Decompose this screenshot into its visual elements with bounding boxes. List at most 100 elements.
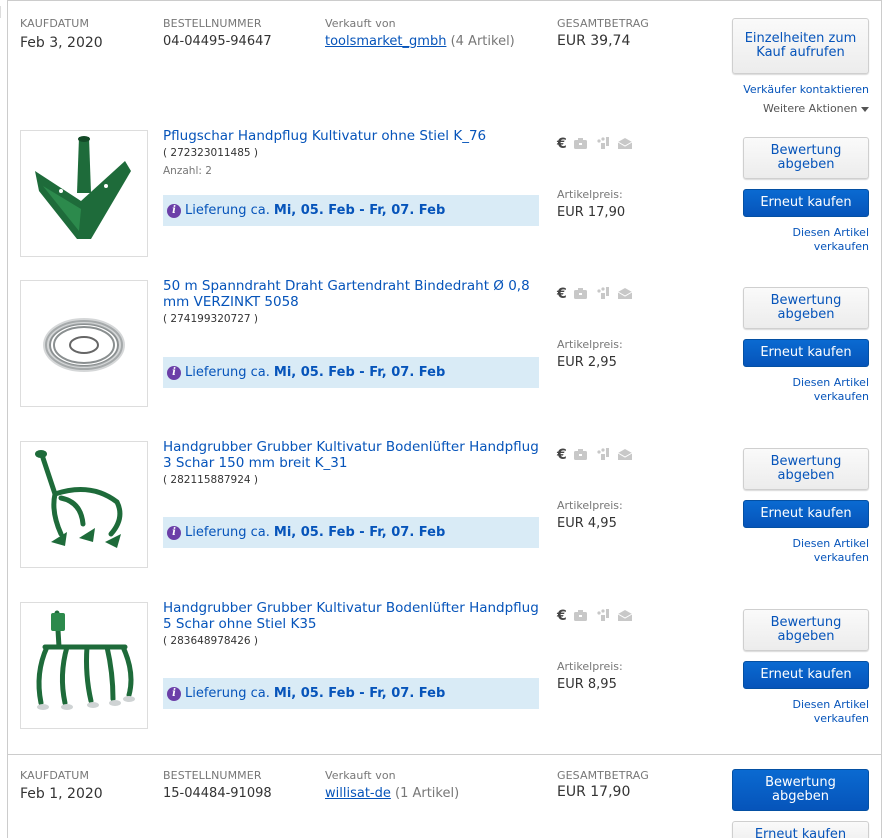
total-label: GESAMTBETRAG [557,769,649,782]
order-number: 04-04495-94647 [163,34,272,49]
delivery-dates: Mi, 05. Feb - Fr, 07. Feb [273,686,446,701]
order-number: 15-04484-91098 [163,786,272,801]
item-status-icons: € [557,136,633,152]
sell-this-item-link[interactable]: Diesen Artikel verkaufen [760,226,869,254]
item-price: EUR 4,95 [557,516,617,531]
info-icon[interactable]: i [167,203,181,218]
delivery-dates: Mi, 05. Feb - Fr, 07. Feb [273,525,446,540]
item-title-link[interactable]: Handgrubber Grubber Kultivatur Bodenlüft… [163,439,543,471]
more-actions-dropdown[interactable]: Weitere Aktionen [763,102,870,115]
item-title-link[interactable]: 50 m Spanndraht Draht Gartendraht Binded… [163,278,543,310]
shipped-icon [573,607,589,626]
message-icon [617,135,633,154]
delivery-prefix: Lieferung ca. [185,365,270,380]
purchase-date-label: KAUFDATUM [20,769,90,782]
cultivator-3-icon [21,450,147,571]
delivery-prefix: Lieferung ca. [185,525,270,540]
leave-feedback-button[interactable]: Bewertung abgeben [743,287,869,329]
item-price: EUR 8,95 [557,677,617,692]
delivery-estimate: i Lieferung ca. Mi, 05. Feb - Fr, 07. Feb [163,357,539,388]
seller-label: Verkauft von [325,769,396,782]
item-title-link[interactable]: Pflugschar Handpflug Kultivatur ohne Sti… [163,128,543,144]
item-status-icons: € [557,608,633,624]
chevron-down-icon [861,106,870,112]
buy-again-button[interactable]: Erneut kaufen [743,339,869,367]
buy-again-button[interactable]: Erneut kaufen [743,661,869,689]
item-thumbnail[interactable] [20,602,148,729]
order-divider [7,754,882,755]
item-number: ( 272323011485 ) [163,147,259,159]
euro-paid-icon: € [557,136,567,152]
item-thumbnail[interactable] [20,441,148,568]
order-number-label: BESTELLNUMMER [163,769,262,782]
item-price: EUR 17,90 [557,205,626,220]
delivery-dates: Mi, 05. Feb - Fr, 07. Feb [273,365,446,380]
order-total: EUR 17,90 [557,784,631,800]
seller-line: willisat-de (1 Artikel) [325,786,459,801]
shipped-icon [573,135,589,154]
shipped-icon [573,285,589,304]
item-number: ( 274199320727 ) [163,313,259,325]
item-title-link[interactable]: Handgrubber Grubber Kultivatur Bodenlüft… [163,600,543,632]
item-thumbnail[interactable] [20,280,148,407]
view-order-details-button[interactable]: Einzelheiten zum Kauf aufrufen [732,18,869,74]
delivery-estimate: i Lieferung ca. Mi, 05. Feb - Fr, 07. Feb [163,678,539,709]
price-label: Artikelpreis: [557,338,623,351]
item-number: ( 282115887924 ) [163,474,259,486]
buy-again-button[interactable]: Erneut kaufen [743,189,869,217]
feedback-icon [595,607,611,626]
feedback-icon [595,135,611,154]
item-quantity: Anzahl: 2 [163,165,212,177]
more-actions-label: Weitere Aktionen [763,102,858,115]
leave-feedback-button[interactable]: Bewertung abgeben [743,448,869,490]
message-icon [617,285,633,304]
price-label: Artikelpreis: [557,499,623,512]
seller-label: Verkauft von [325,17,396,30]
buy-again-button[interactable]: Erneut kaufen [743,500,869,528]
order-total: EUR 39,74 [557,33,631,49]
shipped-icon [573,446,589,465]
wire-coil-icon [21,318,147,410]
total-label: GESAMTBETRAG [557,17,649,30]
delivery-prefix: Lieferung ca. [185,686,270,701]
plow-share-icon [21,136,147,260]
info-icon[interactable]: i [167,525,181,540]
message-icon [617,446,633,465]
seller-item-count: (4 Artikel) [450,34,515,49]
info-icon[interactable]: i [167,365,181,380]
cultivator-5-icon [21,610,147,732]
item-number: ( 283648978426 ) [163,635,259,647]
seller-item-count: (1 Artikel) [395,786,460,801]
feedback-icon [595,285,611,304]
price-label: Artikelpreis: [557,188,623,201]
feedback-icon [595,446,611,465]
seller-line: toolsmarket_gmbh (4 Artikel) [325,34,515,49]
message-icon [617,607,633,626]
leave-feedback-button[interactable]: Bewertung abgeben [743,609,869,651]
contact-seller-link[interactable]: Verkäufer kontaktieren [700,83,869,97]
price-label: Artikelpreis: [557,660,623,673]
seller-link[interactable]: willisat-de [325,786,391,801]
item-status-icons: € [557,286,633,302]
info-icon[interactable]: i [167,686,181,701]
purchase-date-label: KAUFDATUM [20,17,90,30]
euro-paid-icon: € [557,447,567,463]
buy-again-button[interactable]: Erneut kaufen [732,821,869,838]
leave-feedback-button[interactable]: Bewertung abgeben [732,769,869,811]
seller-link[interactable]: toolsmarket_gmbh [325,34,446,49]
sell-this-item-link[interactable]: Diesen Artikel verkaufen [760,376,869,404]
delivery-estimate: i Lieferung ca. Mi, 05. Feb - Fr, 07. Feb [163,517,539,548]
delivery-prefix: Lieferung ca. [185,203,270,218]
purchase-date: Feb 3, 2020 [20,35,103,51]
purchase-date: Feb 1, 2020 [20,786,103,802]
sell-this-item-link[interactable]: Diesen Artikel verkaufen [760,698,869,726]
sell-this-item-link[interactable]: Diesen Artikel verkaufen [760,537,869,565]
delivery-estimate: i Lieferung ca. Mi, 05. Feb - Fr, 07. Feb [163,195,539,226]
order-number-label: BESTELLNUMMER [163,17,262,30]
leave-feedback-button[interactable]: Bewertung abgeben [743,137,869,179]
euro-paid-icon: € [557,608,567,624]
left-edge-marker [0,6,6,18]
item-thumbnail[interactable] [20,130,148,257]
delivery-dates: Mi, 05. Feb - Fr, 07. Feb [273,203,446,218]
euro-paid-icon: € [557,286,567,302]
